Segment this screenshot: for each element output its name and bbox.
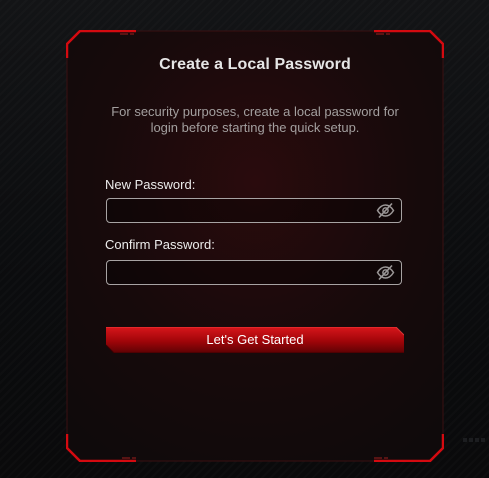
confirm-password-input[interactable] bbox=[113, 263, 365, 282]
page-background: Create a Local Password For security pur… bbox=[0, 0, 489, 478]
background-decoration bbox=[463, 438, 485, 442]
password-setup-panel: Create a Local Password For security pur… bbox=[66, 30, 444, 462]
eye-slash-icon[interactable] bbox=[376, 264, 395, 281]
dialog-title: Create a Local Password bbox=[159, 56, 351, 73]
eye-slash-icon[interactable] bbox=[376, 202, 395, 219]
confirm-password-field bbox=[106, 260, 402, 285]
dialog-description: For security purposes, create a local pa… bbox=[111, 104, 399, 135]
confirm-password-label: Confirm Password: bbox=[105, 237, 215, 252]
new-password-field bbox=[106, 198, 402, 223]
lets-get-started-label: Let's Get Started bbox=[206, 332, 304, 347]
new-password-label: New Password: bbox=[105, 177, 196, 192]
new-password-input[interactable] bbox=[113, 201, 365, 220]
lets-get-started-button[interactable]: Let's Get Started bbox=[106, 327, 404, 353]
